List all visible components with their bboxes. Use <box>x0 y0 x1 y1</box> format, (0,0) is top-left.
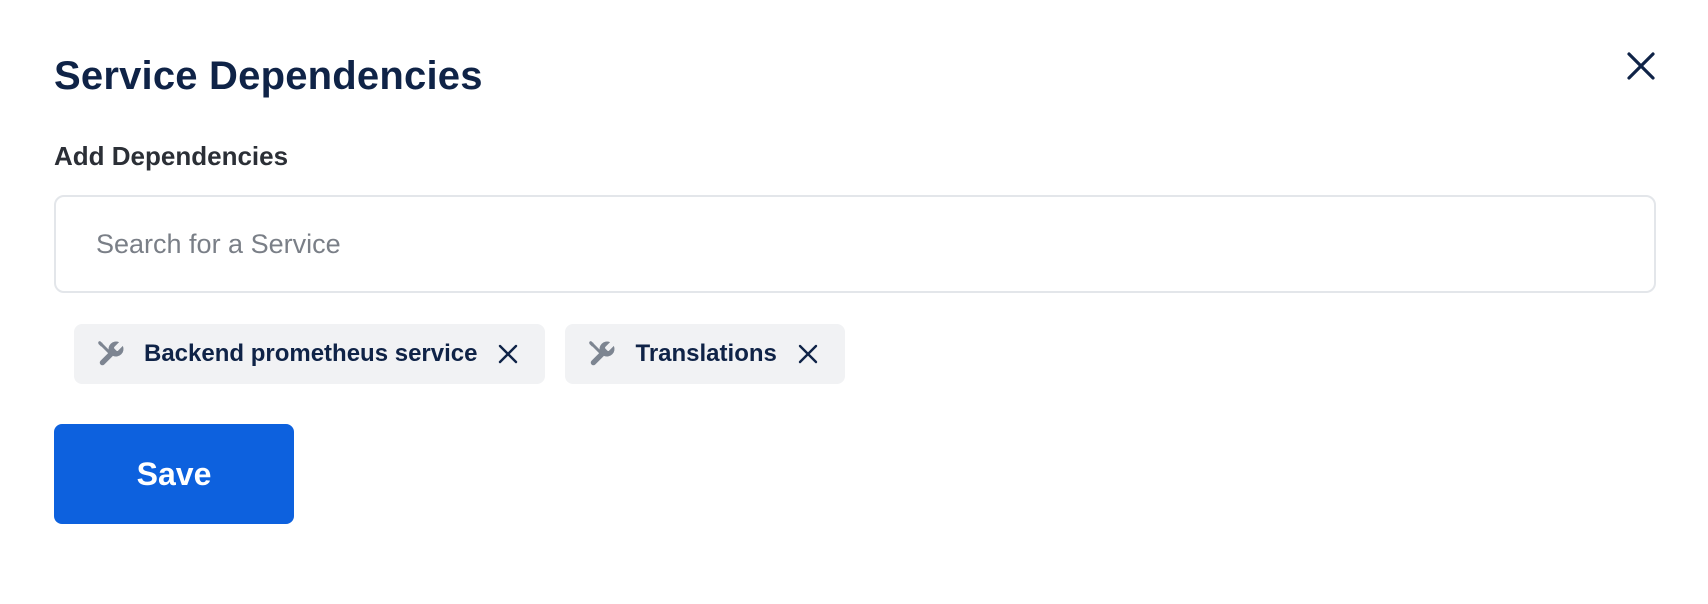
close-icon <box>499 344 518 364</box>
dependency-chip-label: Backend prometheus service <box>144 340 478 367</box>
close-icon <box>798 344 818 364</box>
selected-dependencies: Backend prometheus service Translations <box>74 324 845 384</box>
remove-dependency-button[interactable] <box>495 341 521 367</box>
add-dependencies-label: Add Dependencies <box>54 141 289 171</box>
tools-icon <box>587 339 617 369</box>
close-icon <box>1626 51 1656 84</box>
dialog-title: Service Dependencies <box>54 54 483 98</box>
tools-icon <box>96 339 126 369</box>
close-button[interactable] <box>1620 46 1662 88</box>
dependency-chip-label: Translations <box>635 340 777 367</box>
remove-dependency-button[interactable] <box>795 341 821 367</box>
save-button[interactable]: Save <box>54 424 294 524</box>
service-search-input[interactable] <box>96 197 1596 291</box>
dependency-chip-translations: Translations <box>565 324 845 384</box>
dependency-chip-backend-prometheus-service: Backend prometheus service <box>74 324 546 384</box>
service-dependencies-dialog: Service Dependencies Add Dependencies Ba… <box>0 0 1708 604</box>
service-search-field[interactable] <box>54 195 1656 293</box>
